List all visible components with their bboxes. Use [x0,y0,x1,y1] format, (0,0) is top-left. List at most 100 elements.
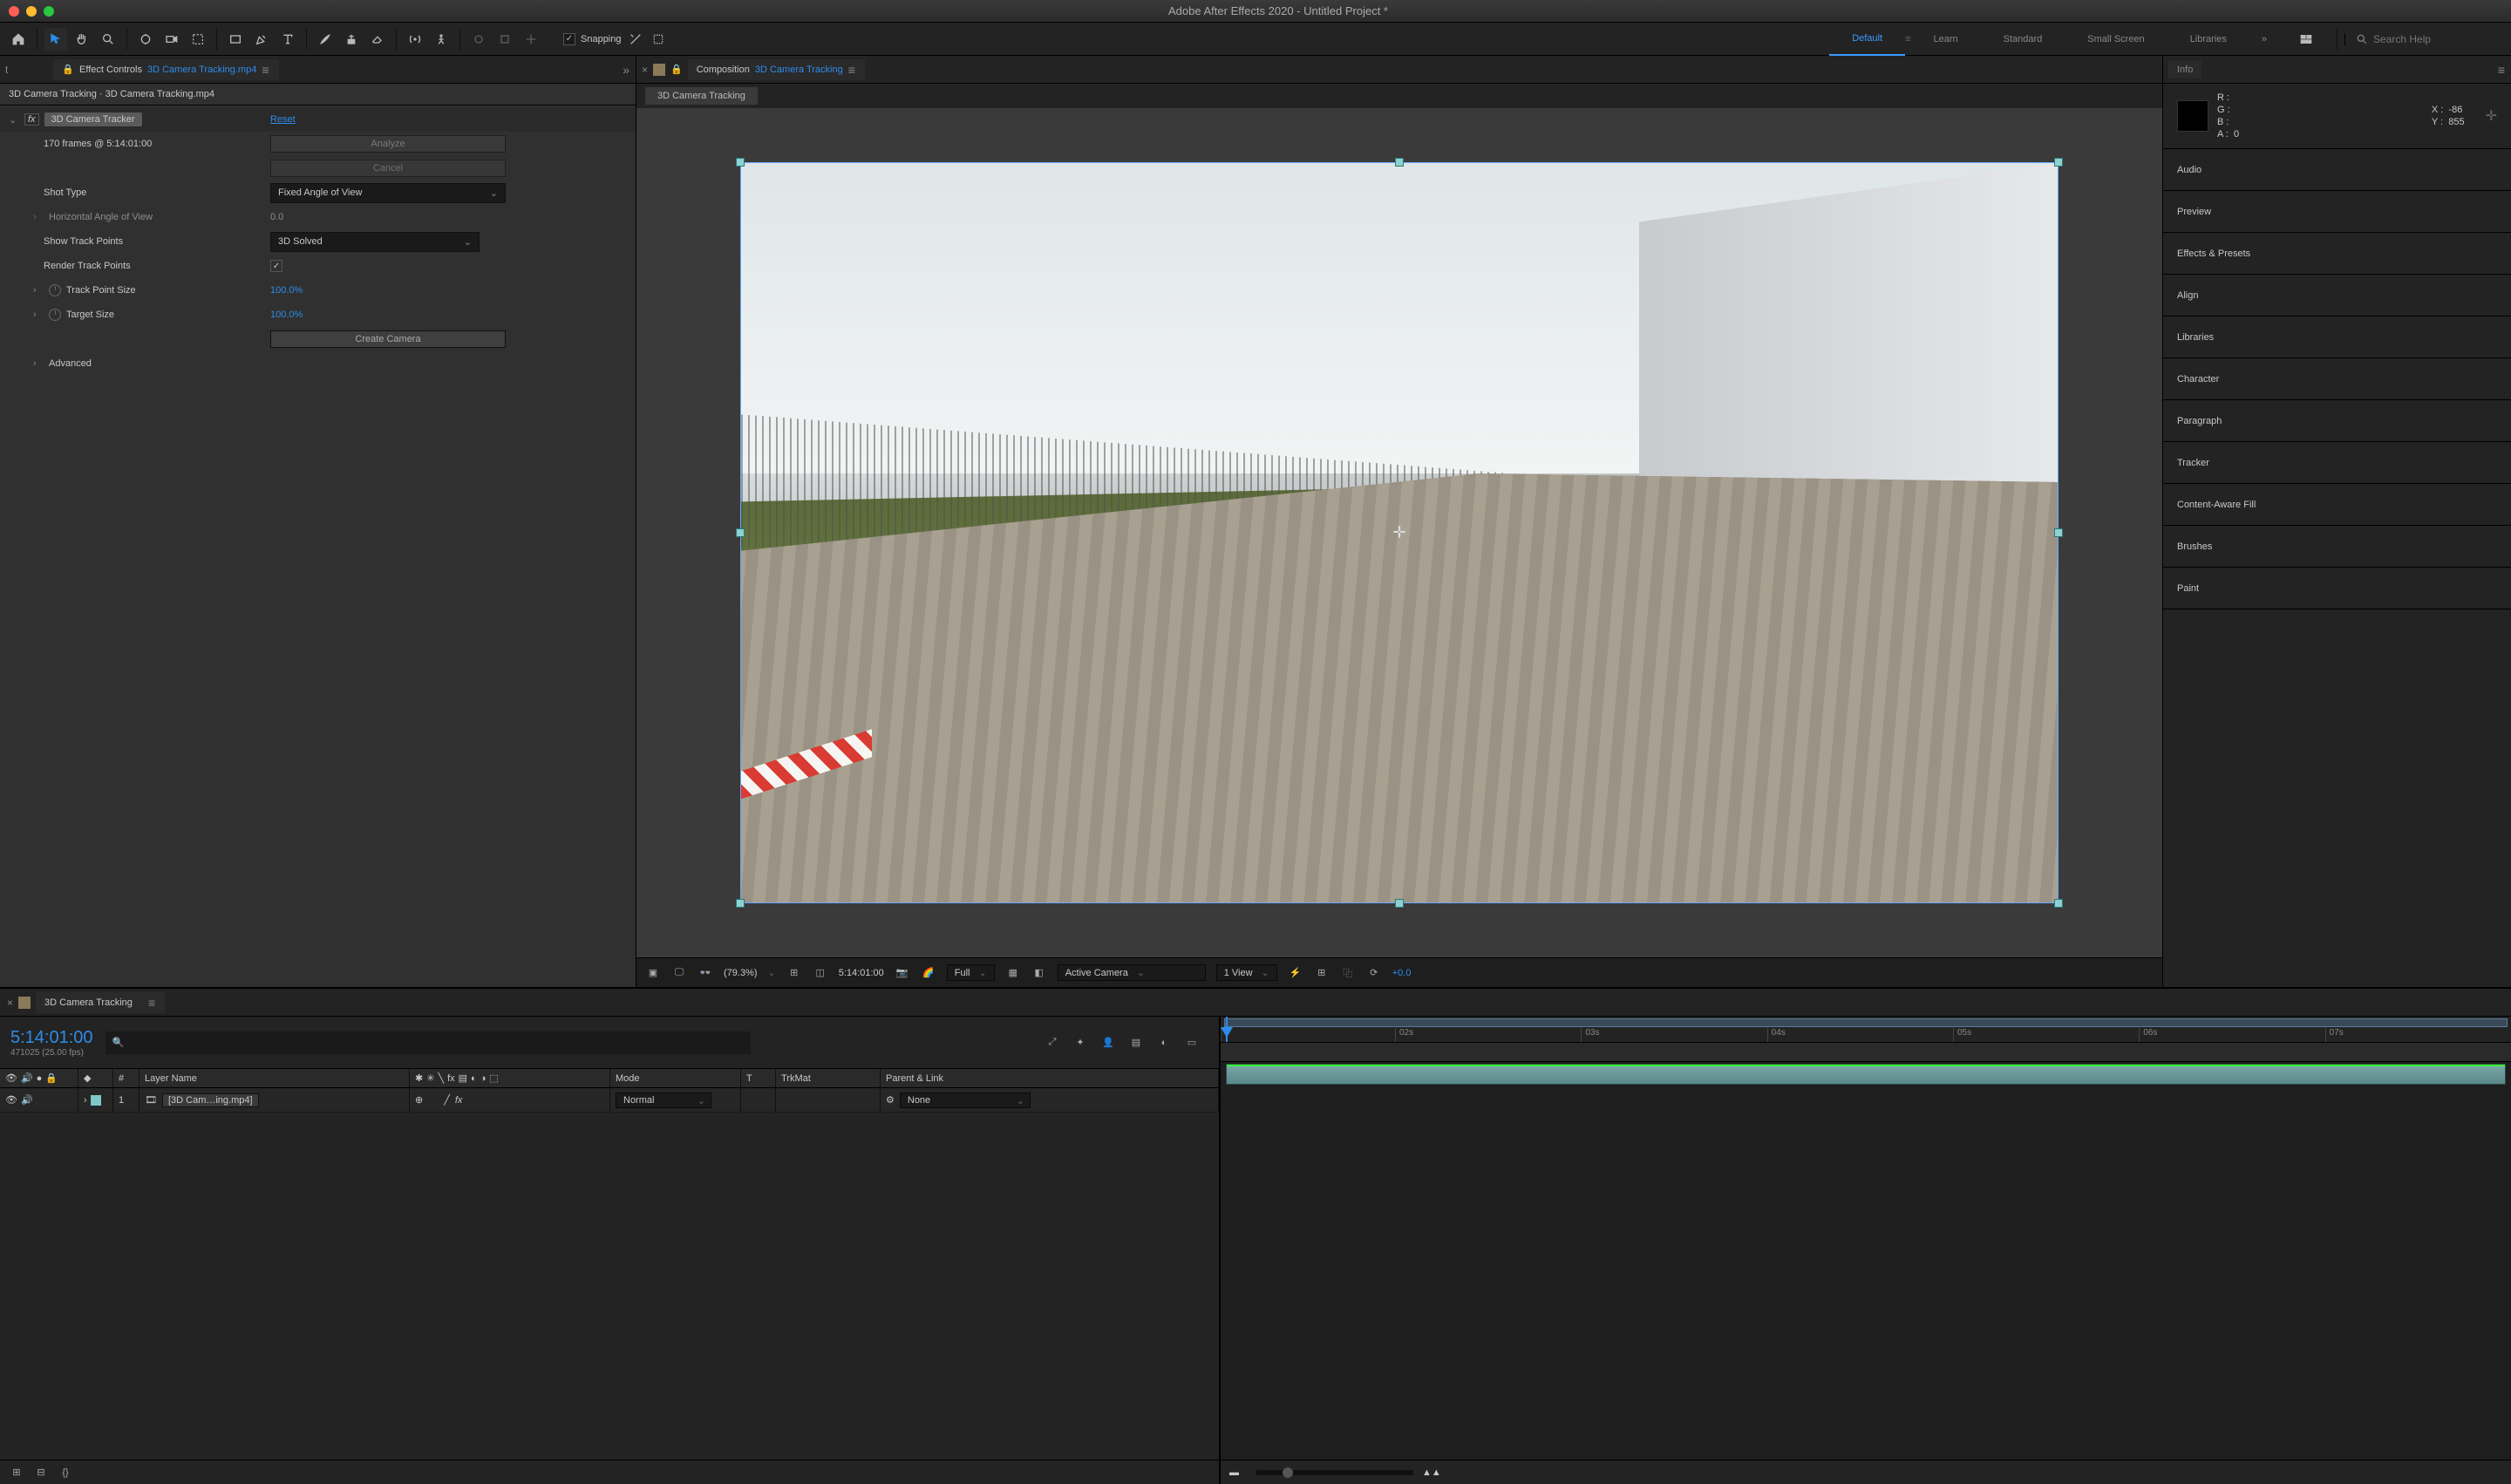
views-dropdown[interactable]: 1 View [1216,964,1277,981]
layer-duration-bar[interactable] [1226,1064,2506,1085]
label-column-icon[interactable]: ◆ [84,1072,91,1084]
panel-accordion-content-aware-fill[interactable]: Content-Aware Fill [2163,484,2511,526]
timeline-search[interactable]: 🔍 [105,1031,751,1054]
panel-overflow-icon[interactable]: » [623,63,630,77]
pen-tool-icon[interactable] [250,28,273,51]
work-area-bar[interactable] [1224,1018,2508,1027]
panel-accordion-audio[interactable]: Audio [2163,149,2511,191]
effect-controls-tab[interactable]: 🔒 Effect Controls 3D Camera Tracking.mp4… [53,59,278,80]
panel-accordion-character[interactable]: Character [2163,358,2511,400]
transform-handle[interactable] [736,158,745,167]
comp-breadcrumb[interactable]: 3D Camera Tracking [645,87,758,105]
search-help-input[interactable] [2373,33,2504,45]
transform-handle[interactable] [1395,899,1404,908]
stopwatch-icon[interactable] [49,284,61,296]
transform-handle[interactable] [2054,158,2063,167]
audio-column-icon[interactable]: 🔊 [21,1072,33,1084]
transform-handle[interactable] [736,528,745,537]
twirl-right-icon[interactable]: › [84,1095,87,1106]
panel-menu-icon[interactable]: ≡ [2498,63,2506,77]
transform-handle[interactable] [736,899,745,908]
reset-link[interactable]: Reset [270,114,296,125]
video-toggle-icon[interactable]: 👁 [5,1094,17,1106]
transparency-grid-icon[interactable]: ▦ [1005,965,1021,981]
type-tool-icon[interactable] [276,28,299,51]
current-timecode[interactable]: 5:14:01:00 [10,1028,93,1048]
rectangle-tool-icon[interactable] [224,28,247,51]
shy-icon[interactable]: 👤 [1100,1035,1116,1051]
selection-tool-icon[interactable] [44,28,67,51]
audio-toggle-icon[interactable]: 🔊 [21,1094,33,1106]
tab-menu-icon[interactable]: ≡ [848,63,856,77]
shy-switch[interactable]: ⊕ [415,1094,423,1106]
anchor-point-icon[interactable]: ✛ [1392,524,1405,542]
snapping-checkbox[interactable] [563,33,575,45]
motion-blur-icon[interactable]: ◐ [1156,1035,1172,1051]
panel-accordion-libraries[interactable]: Libraries [2163,317,2511,358]
playhead[interactable] [1226,1017,1228,1042]
render-track-points-checkbox[interactable] [270,260,282,272]
zoom-out-icon[interactable]: ▬ [1229,1467,1239,1478]
viewport-icon[interactable]: ▣ [645,965,661,981]
composition-tab[interactable]: Composition 3D Camera Tracking ≡ [688,59,865,80]
quality-switch[interactable]: ╱ [444,1094,450,1106]
snapping-toggle[interactable]: Snapping [563,28,667,51]
effect-header-row[interactable]: ⌄ fx 3D Camera Tracker Reset [0,107,636,132]
fx-badge-icon[interactable]: fx [24,113,39,126]
timeline-layer-row[interactable]: 👁 🔊 › 1 🎞 [3D Cam…ing.mp4] ⊕ ╱ fx Normal [0,1088,1219,1113]
create-camera-button[interactable]: Create Camera [270,330,506,348]
cancel-button[interactable]: Cancel [270,160,506,177]
timeline-track-area[interactable] [1221,1043,2511,1460]
eraser-tool-icon[interactable] [366,28,389,51]
extra-tool-1-icon[interactable] [467,28,490,51]
panel-accordion-brushes[interactable]: Brushes [2163,526,2511,568]
monitor-icon[interactable]: 🖵 [671,965,687,981]
roi-icon[interactable]: ◫ [813,965,828,981]
toggle-brackets-icon[interactable]: {} [58,1465,73,1481]
zoom-tool-icon[interactable] [97,28,119,51]
hand-tool-icon[interactable] [71,28,93,51]
target-size-value[interactable]: 100.0% [270,310,303,320]
zoom-in-icon[interactable]: ▲▲ [1422,1467,1441,1478]
roto-brush-tool-icon[interactable] [404,28,426,51]
info-tab[interactable]: Info [2168,61,2201,78]
resolution-dropdown[interactable]: Full [947,964,995,981]
clone-stamp-tool-icon[interactable] [340,28,363,51]
twirl-down-icon[interactable]: ⌄ [9,114,19,126]
workspace-tab-libraries[interactable]: Libraries [2167,23,2249,56]
camera-dropdown[interactable]: Active Camera [1058,964,1206,981]
workspace-tab-small-screen[interactable]: Small Screen [2065,23,2167,56]
close-tab-icon[interactable]: × [642,64,648,76]
close-tab-icon[interactable]: × [7,997,13,1009]
flowchart-icon[interactable]: ⿻ [1340,965,1356,981]
panel-accordion-paint[interactable]: Paint [2163,568,2511,609]
panel-accordion-preview[interactable]: Preview [2163,191,2511,233]
solo-column-icon[interactable]: ● [37,1073,43,1084]
comp-mini-flowchart-icon[interactable]: ⤢ [1045,1035,1060,1051]
advanced-row[interactable]: ›Advanced [0,351,636,376]
parent-dropdown[interactable]: None [900,1093,1031,1108]
snapshot-icon[interactable]: 📷 [895,965,910,981]
snap-option-2-icon[interactable] [650,28,667,51]
graph-editor-icon[interactable]: ▭ [1184,1035,1200,1051]
tab-menu-icon[interactable]: ≡ [148,996,156,1010]
composition-viewer[interactable]: ✛ [636,108,2162,957]
transform-handle[interactable] [2054,899,2063,908]
transform-handle[interactable] [1395,158,1404,167]
brush-tool-icon[interactable] [314,28,337,51]
twirl-right-icon[interactable]: › [33,285,44,296]
twirl-right-icon[interactable]: › [33,212,44,222]
extra-tool-2-icon[interactable] [493,28,516,51]
blend-mode-dropdown[interactable]: Normal [616,1093,711,1108]
shot-type-dropdown[interactable]: Fixed Angle of View [270,183,506,203]
timeline-icon[interactable]: ⊞ [1314,965,1330,981]
home-icon[interactable] [7,28,30,51]
exposure-value[interactable]: +0.0 [1392,968,1412,978]
close-window-button[interactable] [9,6,19,17]
viewer-timecode[interactable]: 5:14:01:00 [839,968,884,978]
panel-accordion-paragraph[interactable]: Paragraph [2163,400,2511,442]
workspace-tab-learn[interactable]: Learn [1910,23,1980,56]
snap-option-1-icon[interactable] [627,28,644,51]
label-color[interactable] [91,1095,101,1106]
mask-icon[interactable]: 👓 [698,965,713,981]
